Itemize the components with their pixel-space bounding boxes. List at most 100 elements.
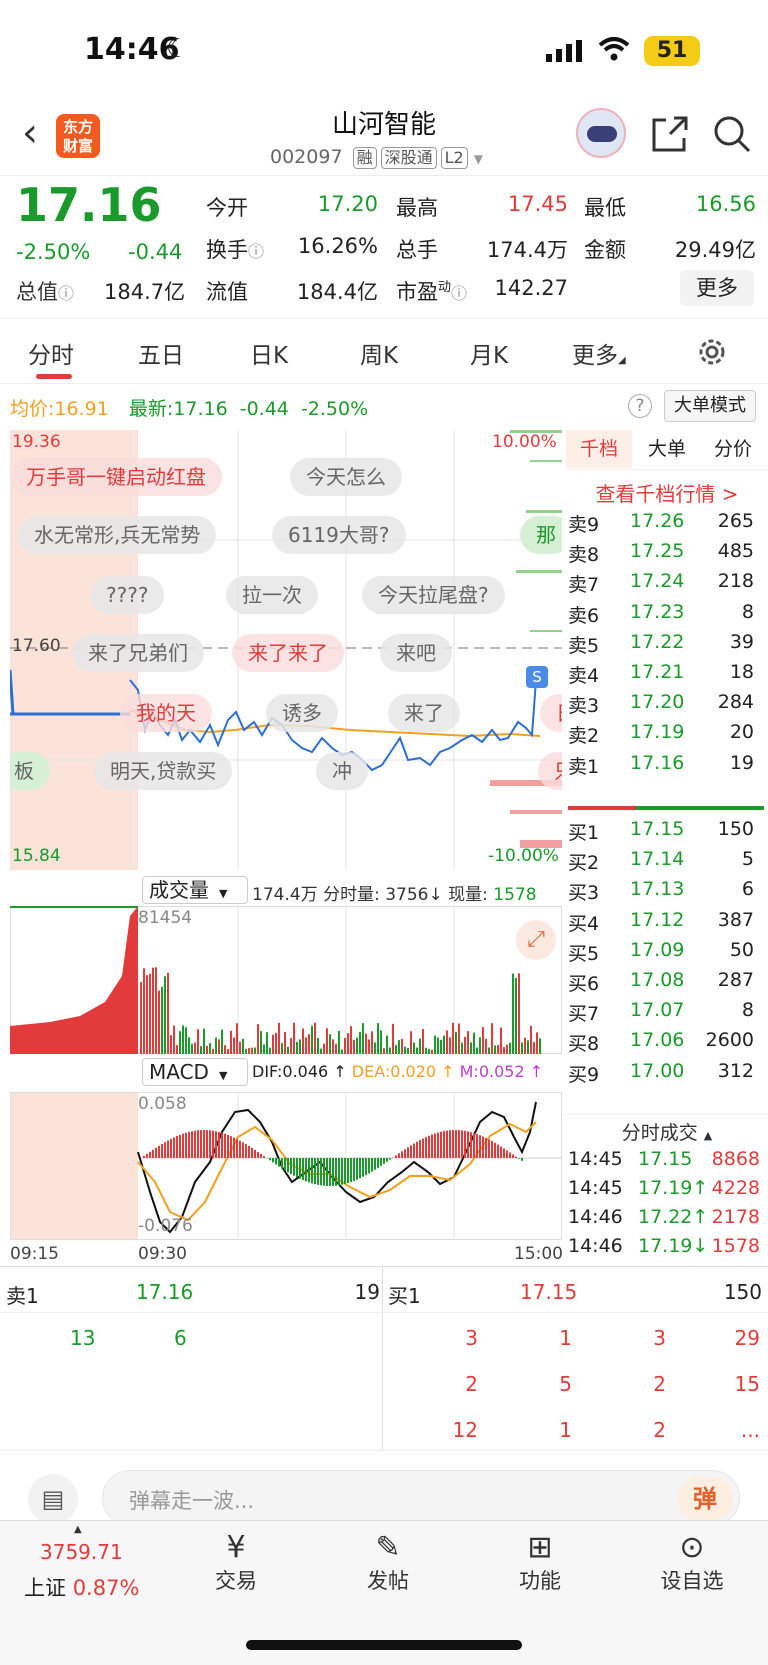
big-order-mode-button[interactable]: 大单模式 <box>664 390 756 422</box>
volume-bar <box>242 1039 244 1054</box>
volume-chart[interactable] <box>10 906 562 1054</box>
more-button[interactable]: 更多 <box>680 270 754 306</box>
index-value[interactable]: 3759.71 <box>40 1540 123 1564</box>
danmaku-bubble[interactable]: 日 <box>540 694 562 732</box>
tab-weekly[interactable]: 周K <box>360 336 398 370</box>
view-levels-link[interactable]: 查看千档行情 > <box>566 478 768 507</box>
danmaku-bubble[interactable]: 诱多 <box>266 694 338 732</box>
nav-post[interactable]: ✎ 发帖 <box>338 1530 438 1595</box>
danmaku-bubble[interactable]: 明天,贷款买 <box>94 752 232 790</box>
tab-monthly[interactable]: 月K <box>470 336 508 370</box>
sell-level-volume: 284 <box>718 691 754 713</box>
tab-more[interactable]: 更多◢ <box>572 336 626 370</box>
buy-level-row[interactable]: 买6 17.08 287 <box>568 969 768 999</box>
info-icon[interactable]: ⓘ <box>248 242 264 261</box>
danmaku-bubble[interactable]: 板 <box>10 752 50 790</box>
info-icon[interactable]: ⓘ <box>58 284 74 303</box>
danmaku-bubble[interactable]: 6119大哥? <box>272 516 406 554</box>
buy-level-row[interactable]: 买8 17.06 2600 <box>568 1029 768 1059</box>
sell-level-row[interactable]: 卖6 17.23 8 <box>568 601 768 631</box>
tab-daily[interactable]: 日K <box>250 336 288 370</box>
buy-level-row[interactable]: 买2 17.14 5 <box>568 848 768 878</box>
sell-level-row[interactable]: 卖2 17.19 20 <box>568 721 768 751</box>
danmaku-bubble[interactable]: 万手哥一键启动红盘 <box>10 458 222 496</box>
divider-green <box>636 806 764 810</box>
help-icon[interactable]: ? <box>628 394 652 418</box>
info-icon[interactable]: ⓘ <box>451 284 467 303</box>
sell-level-row[interactable]: 卖1 17.16 19 <box>568 752 768 782</box>
nav-functions[interactable]: ⊞ 功能 <box>490 1530 590 1595</box>
sell-level-price: 17.23 <box>630 601 684 623</box>
tag-margin: 融 <box>353 147 377 169</box>
index-name: 上证 <box>24 1576 66 1600</box>
danmaku-bubble[interactable]: 水无常形,兵无常势 <box>18 516 216 554</box>
chevron-down-icon[interactable]: ▼ <box>474 152 483 166</box>
danmaku-bubble[interactable]: 今天拉尾盘? <box>362 576 505 614</box>
tab-level-thousand[interactable]: 千档 <box>566 430 632 468</box>
expand-icon[interactable]: ⤢ <box>516 920 556 960</box>
sell-level-row[interactable]: 卖5 17.22 39 <box>568 631 768 661</box>
tab-intraday[interactable]: 分时 <box>28 336 74 370</box>
volume-bar <box>332 1039 334 1054</box>
danmaku-bubble[interactable]: 拉一次 <box>226 576 318 614</box>
buy-level-price: 17.09 <box>630 939 684 961</box>
macd-bar <box>521 1158 523 1161</box>
gear-icon[interactable] <box>696 336 728 368</box>
danmaku-settings-icon[interactable]: ▤ <box>28 1474 78 1524</box>
danmaku-bubble[interactable]: ???? <box>90 576 164 614</box>
danmaku-bubble[interactable]: 来了兄弟们 <box>72 634 204 672</box>
sell-level-row[interactable]: 卖7 17.24 218 <box>568 570 768 600</box>
volume-bar <box>488 1048 490 1054</box>
nav-trade[interactable]: ¥ 交易 <box>186 1530 286 1595</box>
buy-level-row[interactable]: 买4 17.12 387 <box>568 909 768 939</box>
tab-5day[interactable]: 五日 <box>138 336 184 370</box>
pe-label-text: 市盈 <box>396 280 438 304</box>
volume-bar <box>410 1031 412 1054</box>
sell-level-row[interactable]: 卖3 17.20 284 <box>568 691 768 721</box>
buy-level-row[interactable]: 买5 17.09 50 <box>568 939 768 969</box>
search-icon[interactable] <box>712 114 752 154</box>
edit-icon: ✎ <box>338 1530 438 1565</box>
tab-big-order[interactable]: 大单 <box>634 430 700 468</box>
comment-input[interactable]: 弹幕走一波... 弹 <box>102 1470 740 1526</box>
buy-level-row[interactable]: 买9 17.00 312 <box>568 1060 768 1090</box>
send-danmaku-button[interactable]: 弹 <box>677 1477 733 1521</box>
buy-level-volume: 150 <box>718 818 754 840</box>
buy-level-row[interactable]: 买1 17.15 150 <box>568 818 768 848</box>
share-icon[interactable] <box>650 114 690 154</box>
open-label: 今开 <box>206 192 248 222</box>
buy-level-label: 买1 <box>568 818 599 845</box>
macd-bar <box>302 1158 304 1180</box>
sell-level-row[interactable]: 卖8 17.25 485 <box>568 540 768 570</box>
time-axis-close: 15:00 <box>514 1244 563 1264</box>
danmaku-bubble[interactable]: 冲 <box>316 752 368 790</box>
volume-bar <box>251 1048 253 1054</box>
volume-bar <box>515 978 517 1054</box>
macd-chart[interactable] <box>10 1092 562 1240</box>
trade-volume: 8868 <box>712 1148 760 1170</box>
danmaku-bubble[interactable]: 来了 <box>388 694 460 732</box>
wifi-icon <box>598 36 630 62</box>
time-vol-value: 3756 <box>385 885 428 905</box>
robot-assistant-icon[interactable] <box>576 108 626 158</box>
danmaku-bubble[interactable]: 今天怎么 <box>290 458 402 496</box>
sell-level-price: 17.21 <box>630 661 684 683</box>
macd-bar <box>305 1158 307 1181</box>
danmaku-bubble[interactable]: 只 <box>538 752 562 790</box>
macd-bar <box>296 1158 298 1177</box>
tab-price-dist[interactable]: 分价 <box>700 430 766 468</box>
trades-title[interactable]: 分时成交 ▲ <box>566 1118 768 1145</box>
buy-level-row[interactable]: 买3 17.13 6 <box>568 878 768 908</box>
danmaku-bubble[interactable]: 我的天 <box>120 694 212 732</box>
nav-add-watchlist[interactable]: ⊙ 设自选 <box>642 1530 742 1595</box>
danmaku-bubble[interactable]: 来了来了 <box>232 634 344 672</box>
index-line[interactable]: 上证 0.87% <box>24 1572 139 1602</box>
indicator-select-macd[interactable]: MACD ▼ <box>142 1058 248 1086</box>
buy-level-row[interactable]: 买7 17.07 8 <box>568 999 768 1029</box>
danmaku-bubble[interactable]: 那 <box>520 516 562 554</box>
sell-level-row[interactable]: 卖9 17.26 265 <box>568 510 768 540</box>
indicator-select-volume[interactable]: 成交量 ▼ <box>142 876 248 904</box>
macd-bar <box>281 1158 283 1168</box>
sell-level-row[interactable]: 卖4 17.21 18 <box>568 661 768 691</box>
danmaku-bubble[interactable]: 来吧 <box>380 634 452 672</box>
